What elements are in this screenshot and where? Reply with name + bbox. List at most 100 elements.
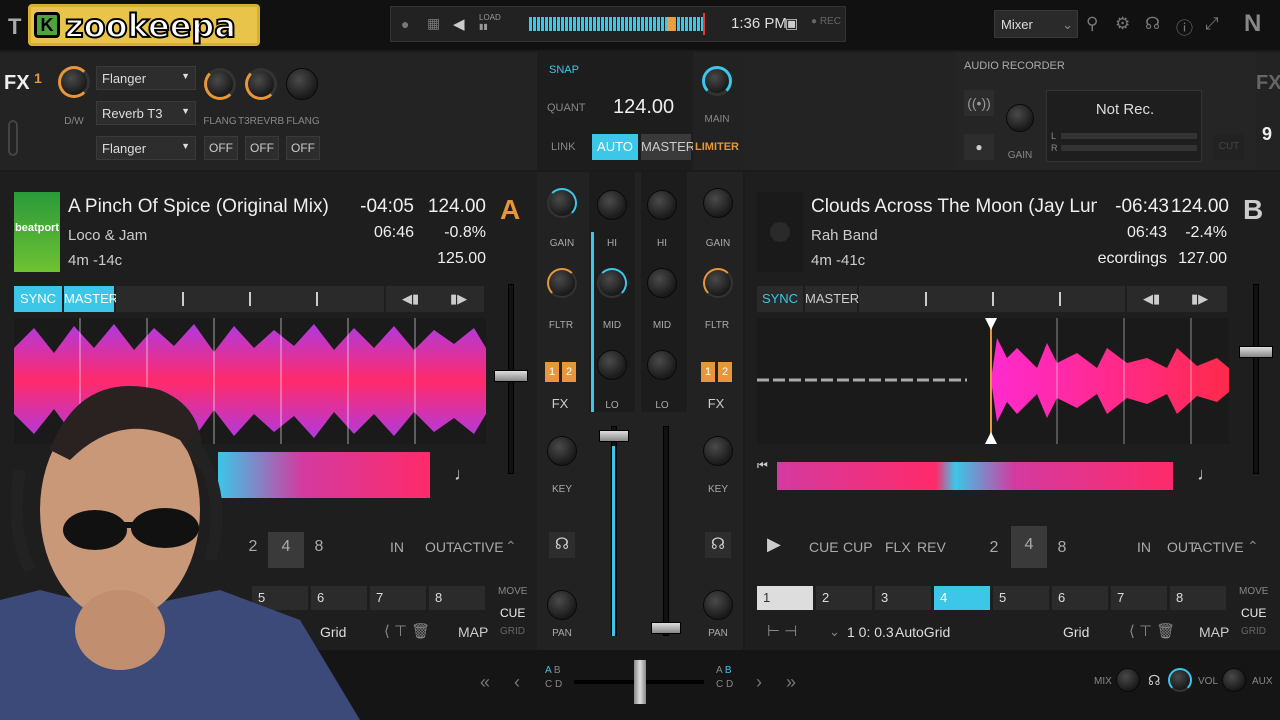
master-button[interactable]: MASTER [641,134,695,160]
layout-select[interactable]: Mixer ⌄ [994,10,1078,38]
forward-icon[interactable]: › [756,672,762,693]
deck-b-collapse-icon[interactable]: ⌃ [1247,538,1259,555]
dry-wet-knob[interactable] [58,66,90,98]
deck-b-hotcue-4[interactable]: 4 [934,586,990,610]
fx-select-1[interactable]: Flanger ▼ [96,66,196,90]
deck-a-keylock-icon[interactable]: ♩ [454,464,472,485]
cue-label[interactable]: CUE [500,606,525,620]
link-button[interactable]: LINK [551,141,575,153]
ch-a-key-knob[interactable] [547,436,577,466]
deck-b-flux-button[interactable]: FLX [885,539,911,555]
ch-b-key-knob[interactable] [703,436,733,466]
deck-b-grid-tools-icon[interactable]: ⟨ ⊤ 🗑 [1129,622,1175,640]
collapse-icon[interactable]: ⌃ [505,538,517,555]
nudge-forward-icon[interactable]: ▮▶ [450,291,467,307]
fx-select-2[interactable]: Reverb T3 ▼ [96,101,196,125]
deck-b-autogrid[interactable]: AutoGrid [895,624,950,640]
ch-a-cue-headphones-icon[interactable]: ☊ [549,532,575,558]
deck-b-play-button[interactable]: ▶ [767,534,781,555]
info-icon[interactable]: ⓘ [1176,14,1193,39]
fx-off-button-1[interactable]: OFF [204,136,238,160]
ch-b-pan-knob[interactable] [703,590,733,620]
nudge-back-icon[interactable]: ◀▮ [1143,291,1160,307]
grid-tools-icon[interactable]: ⟨ ⊤ 🗑 [384,622,430,640]
chevron-down-icon[interactable]: ⌄ [829,624,840,640]
main-volume-knob[interactable] [702,66,732,96]
ch-b-filter-knob[interactable] [703,268,733,298]
deck-b-loop-size-4[interactable]: 4 [1011,526,1047,568]
fx-off-button-2[interactable]: OFF [245,136,279,160]
deck-b-map-button[interactable]: MAP [1199,624,1229,640]
speaker-icon[interactable]: ◀ [453,15,465,33]
deck-b-waveform[interactable] [757,318,1229,444]
deck-b-sync-button[interactable]: SYNC [757,286,803,312]
deck-a-loop-active[interactable]: ACTIVE [453,539,504,555]
deck-a-map-button[interactable]: MAP [458,624,488,640]
grid-shift-icon[interactable]: ⊢ ⊣ [767,622,797,640]
fx-select-3[interactable]: Flanger ▼ [96,136,196,160]
ch-a-lo-knob[interactable] [597,350,627,380]
cue-mix-knob[interactable] [1116,668,1140,692]
deck-a-loop-in[interactable]: IN [390,539,404,555]
fx-off-button-3[interactable]: OFF [286,136,320,160]
deck-b-grid-select[interactable]: Grid [1063,624,1089,640]
fullscreen-icon[interactable]: ⤢ [1205,14,1219,34]
hotcue-8[interactable]: 8 [429,586,485,610]
fx-knob-2[interactable] [245,68,277,100]
ch-b-fx2-button[interactable]: 2 [718,362,732,382]
deck-b-cue-button[interactable]: CUE [809,539,839,555]
ch-a-volume-fader[interactable] [599,426,629,636]
deck-a-loop-out[interactable]: OUT [425,539,455,555]
deck-b-cup-button[interactable]: CUP [843,539,873,555]
fx-scroll-handle[interactable] [8,120,18,156]
deck-b-keylock-icon[interactable]: ♩ [1197,464,1215,485]
ch-a-fx1-button[interactable]: 1 [545,362,559,382]
gear-icon[interactable]: ⚙ [1115,14,1130,34]
deck-b-start-icon[interactable]: ⏮ [757,458,773,494]
deck-b-loop-active[interactable]: ACTIVE [1193,539,1244,555]
deck-a-master-button[interactable]: MASTER [64,286,118,312]
ch-a-mid-knob[interactable] [597,268,627,298]
deck-b-cue-label[interactable]: CUE [1241,606,1266,620]
auto-button[interactable]: AUTO [592,134,638,160]
aux-knob[interactable] [1222,668,1246,692]
ch-b-fx1-button[interactable]: 1 [701,362,715,382]
record-button[interactable]: ● [964,134,994,160]
ch-a-fx2-button[interactable]: 2 [562,362,576,382]
ch-a-pan-knob[interactable] [547,590,577,620]
xfader-assign-right[interactable]: A BC D [716,664,733,692]
rewind-fast-icon[interactable]: « [480,672,490,693]
deck-b-tempo-fader[interactable] [1239,284,1273,474]
deck-b-loop-in[interactable]: IN [1137,539,1151,555]
ch-a-gain-knob[interactable] [547,188,577,218]
deck-a-tempo-fader[interactable] [494,284,528,474]
deck-b-master-button[interactable]: MASTER [805,286,859,312]
deck-b-loop-size-2[interactable]: 2 [983,539,1005,557]
fx-knob-3[interactable] [286,68,318,100]
forward-fast-icon[interactable]: » [786,672,796,693]
snap-button[interactable]: SNAP [549,64,579,76]
deck-b-loop-size-8[interactable]: 8 [1051,539,1073,557]
search-icon[interactable]: ⚲ [1086,14,1098,34]
ch-b-hi-knob[interactable] [647,190,677,220]
fx-knob-1[interactable] [204,68,236,100]
ch-b-volume-fader[interactable] [651,426,681,636]
deck-b-hotcue-7[interactable]: 7 [1111,586,1167,610]
rewind-icon[interactable]: ‹ [514,672,520,693]
broadcast-icon[interactable]: ((•)) [964,90,994,116]
ch-b-lo-knob[interactable] [647,350,677,380]
xfader-assign-left[interactable]: A BC D [545,664,562,692]
deck-b-hotcue-1[interactable]: 1 [757,586,813,610]
deck-b-hotcue-3[interactable]: 3 [875,586,931,610]
ch-b-mid-knob[interactable] [647,268,677,298]
recorder-gain-knob[interactable] [1006,104,1034,132]
deck-b-hotcue-8[interactable]: 8 [1170,586,1226,610]
deck-a-sync-button[interactable]: SYNC [14,286,62,312]
deck-b-hotcue-2[interactable]: 2 [816,586,872,610]
crossfader-handle[interactable] [634,660,646,704]
deck-b-hotcue-5[interactable]: 5 [993,586,1049,610]
nudge-forward-icon[interactable]: ▮▶ [1191,291,1208,307]
ch-b-gain-knob[interactable] [703,188,733,218]
cut-button[interactable]: CUT [1214,134,1244,160]
nudge-back-icon[interactable]: ◀▮ [402,291,419,307]
